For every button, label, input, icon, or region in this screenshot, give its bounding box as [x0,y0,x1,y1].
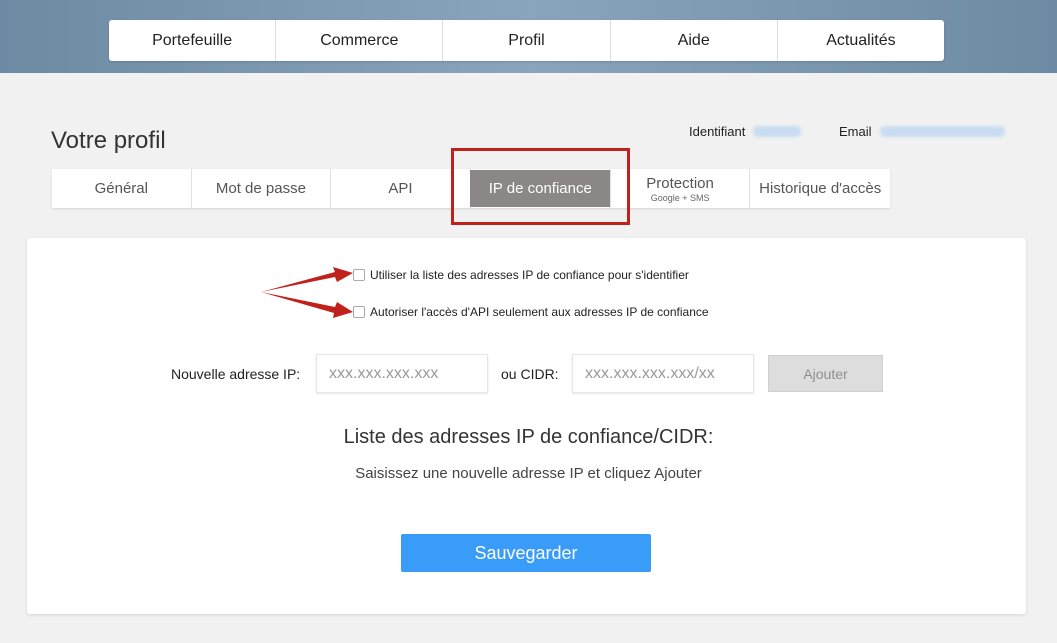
tab-protection[interactable]: Protection Google + SMS [611,169,751,208]
cidr-label: ou CIDR: [501,366,559,382]
tab-historique-acces[interactable]: Historique d'accès [750,169,890,208]
identifier-meta: Identifiant [689,124,802,139]
checkbox-use-trusted-ip-login[interactable] [353,269,365,281]
identifier-label: Identifiant [689,124,746,139]
nav-portefeuille[interactable]: Portefeuille [109,20,277,61]
option-api-only-trusted-ip-label: Autoriser l'accès d'API seulement aux ad… [370,305,709,319]
add-ip-button[interactable]: Ajouter [768,355,883,392]
trusted-ip-list-title: Liste des adresses IP de confiance/CIDR: [343,426,714,448]
option-api-only-trusted-ip[interactable]: Autoriser l'accès d'API seulement aux ad… [353,305,709,319]
tab-mot-de-passe[interactable]: Mot de passe [192,169,332,208]
nav-aide[interactable]: Aide [611,20,778,61]
nav-actualites[interactable]: Actualités [778,20,944,61]
page-title: Votre profil [51,127,166,155]
tab-general-label: Général [94,180,148,197]
nav-commerce[interactable]: Commerce [276,20,444,61]
tab-historique-acces-label: Historique d'accès [759,180,882,197]
cidr-input[interactable]: xxx.xxx.xxx.xxx/xx [572,354,754,393]
option-use-trusted-ip-login[interactable]: Utiliser la liste des adresses IP de con… [353,268,689,282]
option-use-trusted-ip-login-label: Utiliser la liste des adresses IP de con… [370,268,689,282]
tab-api[interactable]: API [331,169,471,208]
trusted-ip-list-empty-hint: Saisissez une nouvelle adresse IP et cli… [355,465,702,482]
new-ip-input[interactable]: xxx.xxx.xxx.xxx [316,354,488,393]
tab-general[interactable]: Général [52,169,192,208]
top-nav: Portefeuille Commerce Profil Aide Actual… [109,20,944,61]
tab-protection-label: Protection [646,174,714,192]
identifier-value-redacted [753,126,802,137]
email-meta: Email [839,124,1005,139]
profile-subtabs: Général Mot de passe API IP de confiance… [52,169,890,208]
save-button[interactable]: Sauvegarder [401,534,651,572]
tab-mot-de-passe-label: Mot de passe [215,180,306,197]
nav-profil[interactable]: Profil [443,20,611,61]
tab-ip-de-confiance[interactable]: IP de confiance [470,169,611,208]
email-value-redacted [879,126,1005,137]
email-label: Email [839,124,872,139]
tab-ip-de-confiance-label: IP de confiance [470,170,611,207]
new-ip-label: Nouvelle adresse IP: [171,366,301,382]
tab-protection-sublabel: Google + SMS [650,192,710,203]
checkbox-api-only-trusted-ip[interactable] [353,306,365,318]
tab-api-label: API [388,180,413,197]
